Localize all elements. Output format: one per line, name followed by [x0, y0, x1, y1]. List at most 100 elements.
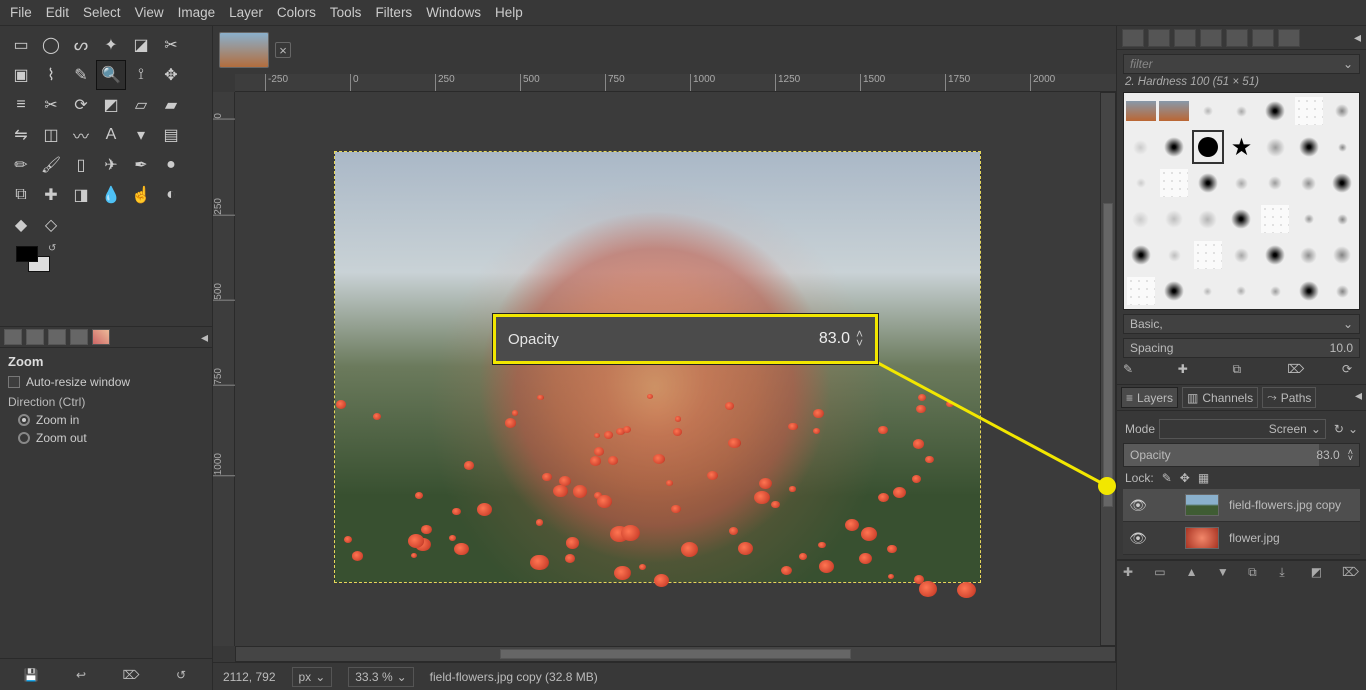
tool-flip[interactable]: ⇋ [6, 120, 36, 150]
chevron-down-icon[interactable]: ⌄ [1343, 61, 1353, 67]
brush-swatch[interactable] [1158, 93, 1192, 129]
brush-swatch[interactable] [1124, 237, 1158, 273]
brush-swatch[interactable] [1158, 165, 1192, 201]
brush-swatch[interactable] [1292, 237, 1326, 273]
brush-swatch[interactable] [1124, 165, 1158, 201]
fg-bg-colors[interactable]: ↺ [10, 244, 65, 284]
tool-options-tab-5[interactable] [92, 329, 110, 345]
tool-options-tab-4[interactable] [70, 329, 88, 345]
layer-down-icon[interactable]: ▼ [1217, 565, 1235, 583]
tool-more2[interactable]: ◇ [36, 210, 66, 240]
brush-swatch[interactable] [1325, 273, 1359, 309]
brush-swatch[interactable] [1258, 273, 1292, 309]
tool-zoom[interactable]: 🔍 [96, 60, 126, 90]
tool-options-tab-3[interactable] [48, 329, 66, 345]
restore-preset-icon[interactable]: ↩ [71, 665, 91, 685]
brush-swatch[interactable]: ★ [1225, 129, 1259, 165]
brush-preset-select[interactable]: Basic, ⌄ [1123, 314, 1360, 334]
tool-options-menu-icon[interactable]: ◂ [201, 329, 208, 346]
tool-rotate[interactable]: ⟳ [66, 90, 96, 120]
layers-menu-icon[interactable]: ◂ [1355, 387, 1362, 408]
tool-paintbrush[interactable]: 🖌 [36, 150, 66, 180]
blend-mode-select[interactable]: Screen ⌄ [1159, 419, 1326, 439]
layer-row[interactable]: 👁field-flowers.jpg copy [1123, 489, 1360, 522]
refresh-brushes-icon[interactable]: ⟳ [1342, 362, 1360, 380]
unit-select[interactable]: px ⌄ [292, 667, 333, 687]
vertical-scrollbar[interactable] [1100, 92, 1116, 646]
chevron-down-icon[interactable]: ⌄ [1348, 422, 1358, 436]
image-tab-close-icon[interactable]: × [275, 42, 291, 58]
lock-alpha-icon[interactable]: ▦ [1198, 471, 1209, 485]
tool-foreground-select[interactable]: ▣ [6, 60, 36, 90]
tool-rect-select[interactable]: ▭ [6, 30, 36, 60]
menu-layer[interactable]: Layer [229, 5, 263, 20]
brush-swatch[interactable] [1292, 201, 1326, 237]
visibility-eye-icon[interactable]: 👁 [1129, 530, 1147, 547]
brush-swatch[interactable] [1124, 273, 1158, 309]
tool-perspective[interactable]: ▰ [156, 90, 186, 120]
brush-swatch[interactable] [1191, 237, 1225, 273]
tool-perspective-clone[interactable]: ◨ [66, 180, 96, 210]
new-layer-icon[interactable]: ✚ [1123, 565, 1141, 583]
new-group-icon[interactable]: ▭ [1154, 565, 1172, 583]
tool-airbrush[interactable]: ✈ [96, 150, 126, 180]
brush-swatch[interactable] [1258, 93, 1292, 129]
tool-measure[interactable]: ⟟ [126, 60, 156, 90]
zoom-out-radio[interactable]: Zoom out [8, 431, 204, 445]
tool-text[interactable]: A [96, 120, 126, 150]
brush-swatch[interactable] [1124, 129, 1158, 165]
brush-swatch[interactable] [1325, 93, 1359, 129]
brush-swatch[interactable] [1258, 237, 1292, 273]
fg-color-swatch[interactable] [16, 246, 38, 262]
tool-dodge[interactable]: ◐ [156, 180, 186, 210]
tool-cage[interactable]: ◫ [36, 120, 66, 150]
tool-color-picker[interactable]: ✎ [66, 60, 96, 90]
image-tab-thumbnail[interactable] [219, 32, 269, 68]
lock-pixels-icon[interactable]: ✎ [1162, 471, 1172, 485]
brush-swatch[interactable] [1225, 273, 1259, 309]
tool-fuzzy-select[interactable]: ✦ [96, 30, 126, 60]
opacity-down-icon[interactable]: ˅ [1348, 455, 1353, 461]
brush-swatch[interactable] [1191, 273, 1225, 309]
brush-swatch[interactable] [1258, 201, 1292, 237]
brush-swatch[interactable] [1325, 165, 1359, 201]
mode-switch-icon[interactable]: ↻ [1334, 422, 1344, 436]
brush-swatch[interactable] [1158, 237, 1192, 273]
mask-icon[interactable]: ◩ [1311, 565, 1329, 583]
brush-swatch[interactable] [1225, 93, 1259, 129]
brush-swatch[interactable] [1191, 129, 1225, 165]
brush-swatch[interactable] [1258, 129, 1292, 165]
edit-brush-icon[interactable]: ✎ [1123, 362, 1141, 380]
brush-swatch[interactable] [1325, 237, 1359, 273]
brush-swatch[interactable] [1292, 129, 1326, 165]
tool-ink[interactable]: ✒ [126, 150, 156, 180]
menu-image[interactable]: Image [178, 5, 216, 20]
brush-swatch[interactable] [1258, 165, 1292, 201]
brush-swatch[interactable] [1225, 237, 1259, 273]
save-preset-icon[interactable]: 💾 [21, 665, 41, 685]
dock-menu-icon[interactable]: ◂ [1354, 29, 1361, 46]
brushes-dock-tab[interactable] [1122, 29, 1144, 47]
brush-swatch[interactable] [1124, 201, 1158, 237]
tool-move[interactable]: ✥ [156, 60, 186, 90]
layer-row[interactable]: 👁flower.jpg [1123, 522, 1360, 555]
reset-icon[interactable]: ↺ [171, 665, 191, 685]
canvas-viewport[interactable] [235, 92, 1116, 646]
menu-help[interactable]: Help [495, 5, 523, 20]
callout-down-icon[interactable]: ˅ [856, 339, 863, 348]
fonts-dock-tab[interactable] [1174, 29, 1196, 47]
menu-colors[interactable]: Colors [277, 5, 316, 20]
brush-swatch[interactable] [1292, 165, 1326, 201]
brush-spacing-field[interactable]: Spacing 10.0 [1123, 338, 1360, 358]
visibility-eye-icon[interactable]: 👁 [1129, 497, 1147, 514]
horizontal-scrollbar[interactable] [235, 646, 1116, 662]
brush-swatch[interactable] [1225, 165, 1259, 201]
brush-swatch[interactable] [1191, 165, 1225, 201]
palettes-dock-tab[interactable] [1252, 29, 1274, 47]
lock-position-icon[interactable]: ✥ [1180, 471, 1190, 485]
auto-resize-checkbox[interactable]: Auto-resize window [8, 375, 204, 389]
menu-select[interactable]: Select [83, 5, 121, 20]
delete-brush-icon[interactable]: ⌦ [1287, 362, 1305, 380]
tool-align[interactable]: ≡ [6, 90, 36, 120]
tool-crop[interactable]: ✂ [36, 90, 66, 120]
